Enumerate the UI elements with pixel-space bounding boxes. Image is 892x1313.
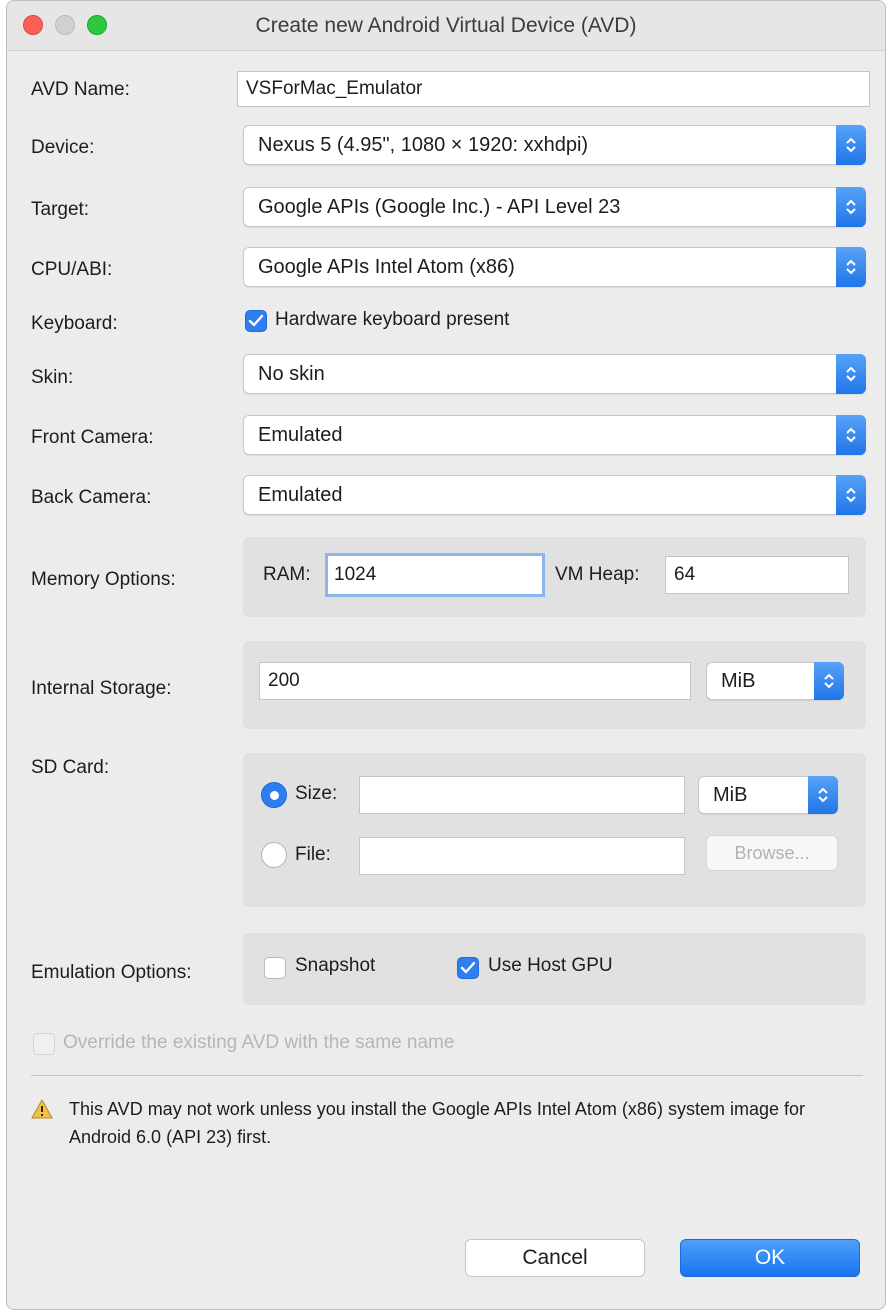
internal-storage-unit-select[interactable]: MiB — [706, 662, 844, 700]
device-select[interactable]: Nexus 5 (4.95", 1080 × 1920: xxhdpi) — [243, 125, 866, 165]
internal-storage-field[interactable]: 200 — [259, 662, 691, 700]
browse-button[interactable]: Browse... — [706, 835, 838, 871]
ok-button[interactable]: OK — [680, 1239, 860, 1277]
front-camera-select[interactable]: Emulated — [243, 415, 866, 455]
back-camera-label: Back Camera: — [31, 487, 152, 508]
front-camera-label: Front Camera: — [31, 427, 154, 448]
use-host-gpu-label[interactable]: Use Host GPU — [488, 955, 613, 977]
hardware-keyboard-checkbox[interactable] — [245, 310, 267, 332]
sd-file-label[interactable]: File: — [295, 844, 331, 866]
internal-storage-label: Internal Storage: — [31, 678, 172, 699]
target-value: Google APIs (Google Inc.) - API Level 23 — [258, 195, 621, 218]
updown-chevron-icon — [808, 776, 838, 814]
memory-options-group: RAM: 1024 VM Heap: 64 — [243, 537, 866, 617]
warning-icon — [31, 1099, 53, 1119]
internal-storage-value: 200 — [268, 670, 300, 691]
sd-size-label[interactable]: Size: — [295, 783, 337, 805]
ram-value: 1024 — [334, 564, 377, 585]
cpu-abi-value: Google APIs Intel Atom (x86) — [258, 255, 515, 278]
vm-heap-field[interactable]: 64 — [665, 556, 849, 594]
vm-heap-value: 64 — [674, 564, 696, 585]
checkmark-icon — [460, 961, 476, 974]
ram-field[interactable]: 1024 — [325, 553, 545, 597]
emulation-options-label: Emulation Options: — [31, 962, 192, 983]
updown-chevron-icon — [814, 662, 844, 700]
updown-chevron-icon — [836, 247, 866, 287]
sd-file-field[interactable] — [359, 837, 685, 875]
memory-options-label: Memory Options: — [31, 569, 176, 590]
updown-chevron-icon — [836, 187, 866, 227]
sd-card-label: SD Card: — [31, 757, 110, 778]
updown-chevron-icon — [836, 415, 866, 455]
internal-storage-group: 200 MiB — [243, 641, 866, 729]
updown-chevron-icon — [836, 475, 866, 515]
target-label: Target: — [31, 199, 90, 220]
avd-name-value: VSForMac_Emulator — [246, 78, 423, 99]
device-label: Device: — [31, 137, 95, 158]
target-select[interactable]: Google APIs (Google Inc.) - API Level 23 — [243, 187, 866, 227]
updown-chevron-icon — [836, 354, 866, 394]
sd-size-unit-select[interactable]: MiB — [698, 776, 838, 814]
internal-storage-unit-value: MiB — [721, 669, 756, 692]
keyboard-label: Keyboard: — [31, 313, 118, 334]
window-title: Create new Android Virtual Device (AVD) — [255, 14, 637, 37]
cpu-abi-select[interactable]: Google APIs Intel Atom (x86) — [243, 247, 866, 287]
avd-dialog: Create new Android Virtual Device (AVD) … — [6, 0, 886, 1310]
sd-size-radio[interactable] — [261, 782, 287, 808]
skin-value: No skin — [258, 362, 325, 385]
override-avd-checkbox[interactable] — [33, 1033, 55, 1055]
device-value: Nexus 5 (4.95", 1080 × 1920: xxhdpi) — [258, 133, 589, 156]
avd-name-label: AVD Name: — [31, 79, 130, 100]
use-host-gpu-checkbox[interactable] — [457, 957, 479, 979]
avd-name-field[interactable]: VSForMac_Emulator — [237, 71, 870, 107]
sd-file-radio[interactable] — [261, 842, 287, 868]
snapshot-label[interactable]: Snapshot — [295, 955, 375, 977]
vm-heap-label: VM Heap: — [555, 564, 640, 585]
snapshot-checkbox[interactable] — [264, 957, 286, 979]
ram-label: RAM: — [263, 564, 311, 585]
checkmark-icon — [248, 314, 264, 327]
cpu-abi-label: CPU/ABI: — [31, 259, 113, 280]
back-camera-select[interactable]: Emulated — [243, 475, 866, 515]
front-camera-value: Emulated — [258, 423, 343, 446]
sd-size-unit-value: MiB — [713, 783, 748, 806]
override-avd-label[interactable]: Override the existing AVD with the same … — [63, 1032, 454, 1054]
sd-size-field[interactable] — [359, 776, 685, 814]
skin-select[interactable]: No skin — [243, 354, 866, 394]
warning-message: This AVD may not work unless you install… — [69, 1099, 805, 1147]
skin-label: Skin: — [31, 367, 74, 388]
back-camera-value: Emulated — [258, 483, 343, 506]
hardware-keyboard-label[interactable]: Hardware keyboard present — [275, 309, 509, 331]
cancel-button[interactable]: Cancel — [465, 1239, 645, 1277]
emulation-options-group: Snapshot Use Host GPU — [243, 933, 866, 1005]
sd-card-group: Size: MiB File: Browse... — [243, 753, 866, 907]
separator — [31, 1075, 863, 1076]
title-bar: Create new Android Virtual Device (AVD) — [7, 1, 885, 51]
updown-chevron-icon — [836, 125, 866, 165]
